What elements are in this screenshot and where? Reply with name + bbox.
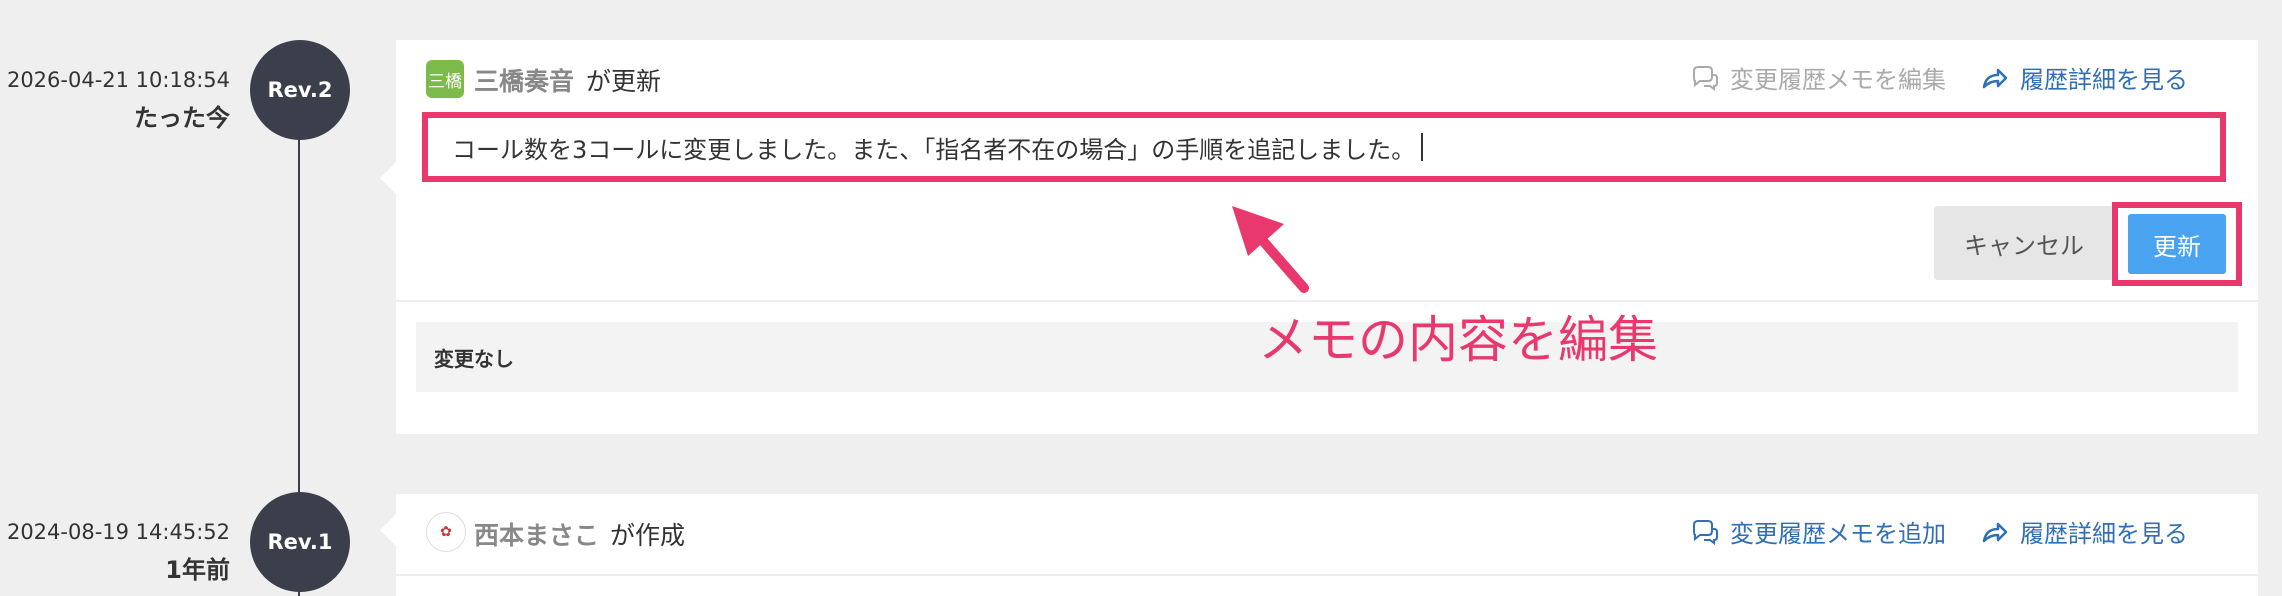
memo-input[interactable]: コール数を3コールに変更しました。また、「指名者不在の場合」の手順を追記しました… [422,112,2226,182]
add-memo-link[interactable]: 変更履歴メモを追加 [1690,514,1946,549]
view-detail-label: 履歴詳細を見る [2020,520,2188,548]
save-button-highlight: 更新 [2112,202,2242,286]
revision-date: 2026-04-21 10:18:54 [6,68,230,92]
add-memo-label: 変更履歴メモを追加 [1730,520,1946,548]
author-action: が作成 [610,521,686,550]
author-name[interactable]: 西本まさこ [474,516,599,552]
arrow-icon [1232,206,1309,293]
revision-badge: Rev.2 [250,40,350,140]
text-caret [1421,133,1424,161]
memo-input-text: コール数を3コールに変更しました。また、「指名者不在の場合」の手順を追記しました… [452,135,1416,164]
view-detail-label: 履歴詳細を見る [2020,66,2188,94]
revision-relative-time: 1年前 [165,556,230,584]
edit-memo-link[interactable]: 変更履歴メモを編集 [1690,60,1946,95]
avatar: 三橋 [426,60,464,98]
view-detail-link[interactable]: 履歴詳細を見る [1980,514,2188,549]
revision-date: 2024-08-19 14:45:52 [6,520,230,544]
author-name[interactable]: 三橋奏音 [474,62,574,98]
view-detail-link[interactable]: 履歴詳細を見る [1980,60,2188,95]
revision-badge: Rev.1 [250,492,350,592]
divider [396,574,2258,576]
comment-icon [1693,65,1718,91]
avatar: ✿ [426,512,466,552]
author-action: が更新 [586,67,662,96]
edit-memo-label: 変更履歴メモを編集 [1730,66,1946,94]
cancel-button[interactable]: キャンセル [1934,206,2114,280]
share-arrow-icon [1982,522,2008,542]
revision-card: ✿ 西本まさこ が作成 変更履歴メモを追加 履歴詳細を見る [380,494,2258,596]
revision-relative-time: たった今 [134,104,230,132]
share-arrow-icon [1982,68,2008,88]
comment-icon [1693,519,1718,545]
annotation-label: メモの内容を編集 [1258,311,1658,369]
save-button[interactable]: 更新 [2128,214,2226,274]
